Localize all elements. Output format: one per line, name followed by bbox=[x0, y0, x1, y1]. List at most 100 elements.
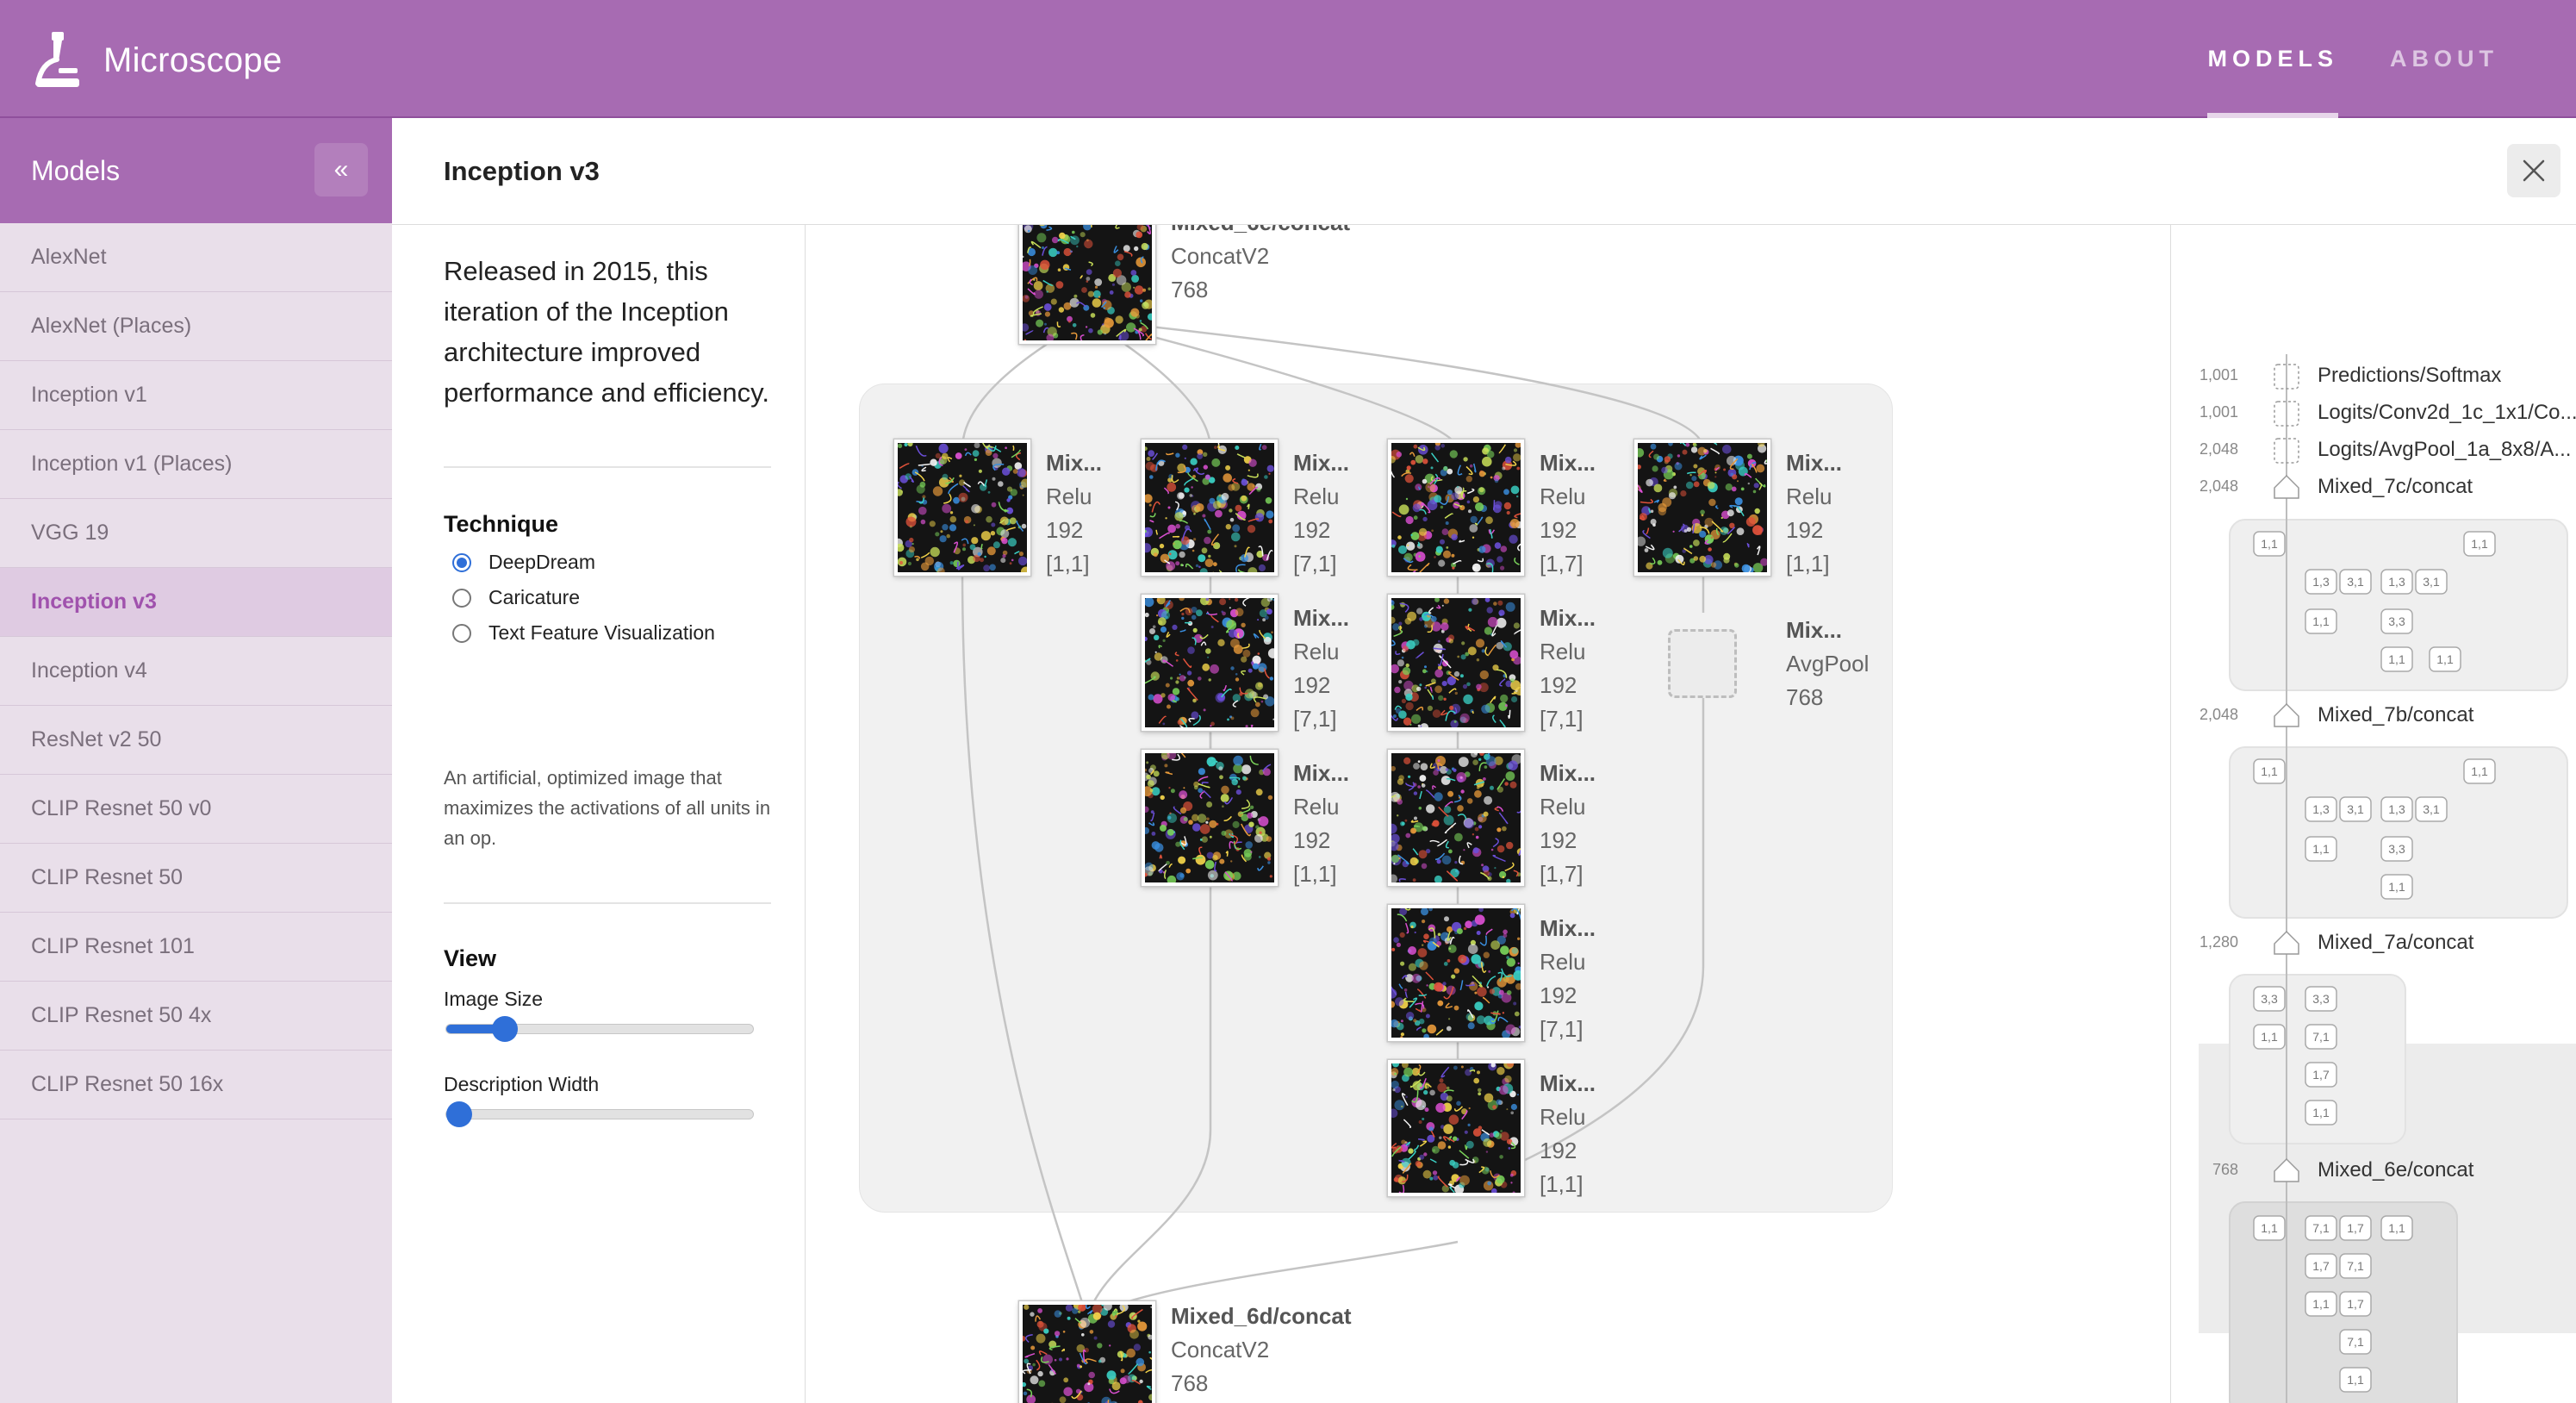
image-size-slider[interactable] bbox=[445, 1016, 754, 1042]
node-info: Mix... Relu 192 [1,1] bbox=[1293, 757, 1349, 891]
node-channels: 768 bbox=[1786, 684, 1824, 710]
minimap-count: 2,048 bbox=[2199, 440, 2238, 458]
feature-visualization-image bbox=[1391, 443, 1521, 572]
minimap-count: 768 bbox=[2212, 1161, 2238, 1178]
minimap-node-label[interactable]: Predictions/Softmax bbox=[2318, 364, 2501, 388]
feature-visualization-image bbox=[1145, 598, 1274, 727]
svg-text:1,7: 1,7 bbox=[2347, 1221, 2364, 1235]
sidebar-item-vgg-19[interactable]: VGG 19 bbox=[0, 499, 392, 568]
svg-text:1,3: 1,3 bbox=[2388, 575, 2405, 589]
svg-text:1,1: 1,1 bbox=[2261, 1030, 2278, 1044]
svg-text:1,1: 1,1 bbox=[2388, 652, 2405, 666]
node-channels: 192 bbox=[1540, 982, 1577, 1008]
app-name: Microscope bbox=[103, 41, 283, 79]
node-kernel: [1,1] bbox=[1293, 861, 1337, 887]
node-info: Mix... Relu 192 [7,1] bbox=[1293, 446, 1349, 581]
minimap-count: 1,280 bbox=[2199, 933, 2238, 951]
sidebar-item-alexnet[interactable]: AlexNet bbox=[0, 223, 392, 292]
sidebar-header: Models « bbox=[0, 118, 392, 223]
divider bbox=[444, 902, 771, 904]
node-op: Relu bbox=[1293, 794, 1340, 820]
sidebar-item-alexnet-places[interactable]: AlexNet (Places) bbox=[0, 292, 392, 361]
brand-link[interactable]: Microscope bbox=[33, 17, 283, 103]
svg-text:1,1: 1,1 bbox=[2347, 1373, 2364, 1387]
graph-canvas[interactable]: Mixed_6e/concat ConcatV2 768 Mix... Relu… bbox=[807, 225, 2168, 1403]
microscope-icon bbox=[35, 32, 79, 87]
node-op: Relu bbox=[1540, 794, 1586, 820]
node-channels: 192 bbox=[1540, 827, 1577, 853]
node-info: Mix... Relu 192 [7,1] bbox=[1540, 602, 1596, 736]
page-title: Inception v3 bbox=[444, 156, 600, 186]
minimap-count: 2,048 bbox=[2199, 706, 2238, 723]
node-name: Mix... bbox=[1293, 605, 1350, 631]
graph-minimap[interactable]: 1,1 1,3 3,1 1,3 3,1 1,1 1,1 3,3 1,1 1,1 1,1 1,3 3,1 1… bbox=[2170, 225, 2576, 1403]
svg-text:1,1: 1,1 bbox=[2471, 764, 2488, 778]
svg-text:1,1: 1,1 bbox=[2261, 537, 2278, 551]
svg-text:3,3: 3,3 bbox=[2388, 842, 2405, 856]
sidebar-item-inception-v1[interactable]: Inception v1 bbox=[0, 361, 392, 430]
feature-visualization-image bbox=[1142, 750, 1278, 886]
sidebar-item-resnet-v2-50[interactable]: ResNet v2 50 bbox=[0, 706, 392, 775]
sidebar-item-clip-resnet-50[interactable]: CLIP Resnet 50 bbox=[0, 844, 392, 913]
node-op: Relu bbox=[1046, 483, 1092, 509]
svg-text:1,1: 1,1 bbox=[2261, 764, 2278, 778]
minimap-node-label[interactable]: Mixed_6e/concat bbox=[2318, 1158, 2473, 1182]
feature-visualization-image bbox=[1638, 443, 1767, 572]
feature-visualization-image bbox=[1388, 595, 1524, 731]
model-list: AlexNet AlexNet (Places) Inception v1 In… bbox=[0, 223, 392, 1119]
svg-text:7,1: 7,1 bbox=[2347, 1335, 2364, 1349]
model-description: Released in 2015, this iteration of the … bbox=[444, 256, 769, 408]
radio-label: DeepDream bbox=[488, 551, 595, 573]
node-name: Mix... bbox=[1046, 450, 1103, 476]
sidebar-item-inception-v4[interactable]: Inception v4 bbox=[0, 637, 392, 706]
slider-handle[interactable] bbox=[492, 1016, 519, 1042]
node-name: Mixed_6d/concat bbox=[1171, 1303, 1352, 1329]
svg-text:1,1: 1,1 bbox=[2312, 1297, 2330, 1311]
close-button[interactable] bbox=[2507, 144, 2560, 197]
node-kernel: [1,7] bbox=[1540, 551, 1584, 577]
panel-header: Inception v3 bbox=[392, 118, 2576, 225]
node-channels: 768 bbox=[1171, 1370, 1209, 1396]
description-width-slider[interactable] bbox=[445, 1101, 754, 1127]
collapse-sidebar-button[interactable]: « bbox=[314, 143, 368, 196]
node-op: Relu bbox=[1540, 949, 1586, 975]
radio-caricature[interactable]: Caricature bbox=[452, 586, 580, 609]
svg-text:3,1: 3,1 bbox=[2347, 802, 2364, 816]
nav-models[interactable]: MODELS bbox=[2181, 0, 2364, 118]
svg-text:3,1: 3,1 bbox=[2423, 575, 2440, 589]
feature-visualization-image bbox=[1145, 753, 1274, 882]
svg-text:1,1: 1,1 bbox=[2312, 614, 2330, 628]
svg-text:1,1: 1,1 bbox=[2471, 537, 2488, 551]
sidebar-item-clip-resnet-50-16x[interactable]: CLIP Resnet 50 16x bbox=[0, 1051, 392, 1119]
radio-deepdream[interactable]: DeepDream bbox=[452, 551, 595, 574]
node-info: Mix... Relu 192 [1,1] bbox=[1046, 446, 1102, 581]
minimap-node-label[interactable]: Logits/AvgPool_1a_8x8/A... bbox=[2318, 438, 2571, 462]
node-kernel: [7,1] bbox=[1540, 1016, 1584, 1042]
double-chevron-left-icon: « bbox=[333, 155, 349, 184]
node-name: Mix... bbox=[1786, 617, 1843, 643]
minimap-node-label[interactable]: Mixed_7c/concat bbox=[2318, 475, 2473, 499]
feature-visualization-image bbox=[1391, 598, 1521, 727]
minimap-node-label[interactable]: Mixed_7a/concat bbox=[2318, 931, 2473, 955]
sidebar-item-inception-v3[interactable]: Inception v3 bbox=[0, 568, 392, 637]
minimap-node-label[interactable]: Logits/Conv2d_1c_1x1/Co... bbox=[2318, 401, 2576, 425]
sidebar-item-clip-resnet-50-v0[interactable]: CLIP Resnet 50 v0 bbox=[0, 775, 392, 844]
sidebar-item-clip-resnet-50-4x[interactable]: CLIP Resnet 50 4x bbox=[0, 982, 392, 1051]
node-op: Relu bbox=[1540, 1104, 1586, 1130]
node-name: Mix... bbox=[1540, 1070, 1596, 1096]
top-bar: Microscope MODELS ABOUT bbox=[0, 0, 2576, 118]
radio-text-feature-visualization[interactable]: Text Feature Visualization bbox=[452, 621, 715, 645]
node-op: ConcatV2 bbox=[1171, 1337, 1270, 1362]
slider-handle[interactable] bbox=[446, 1101, 472, 1127]
node-kernel: [1,1] bbox=[1540, 1171, 1584, 1197]
sidebar-item-clip-resnet-101[interactable]: CLIP Resnet 101 bbox=[0, 913, 392, 982]
nav-about[interactable]: ABOUT bbox=[2364, 0, 2524, 118]
svg-text:7,1: 7,1 bbox=[2312, 1221, 2330, 1235]
sidebar-item-inception-v1-places[interactable]: Inception v1 (Places) bbox=[0, 430, 392, 499]
node-channels: 768 bbox=[1171, 277, 1209, 302]
node-info: Mix... Relu 192 [1,7] bbox=[1540, 757, 1596, 891]
feature-visualization-image bbox=[1388, 905, 1524, 1041]
feature-visualization-image bbox=[1634, 440, 1770, 576]
svg-text:1,1: 1,1 bbox=[2388, 1221, 2405, 1235]
minimap-node-label[interactable]: Mixed_7b/concat bbox=[2318, 703, 2473, 727]
